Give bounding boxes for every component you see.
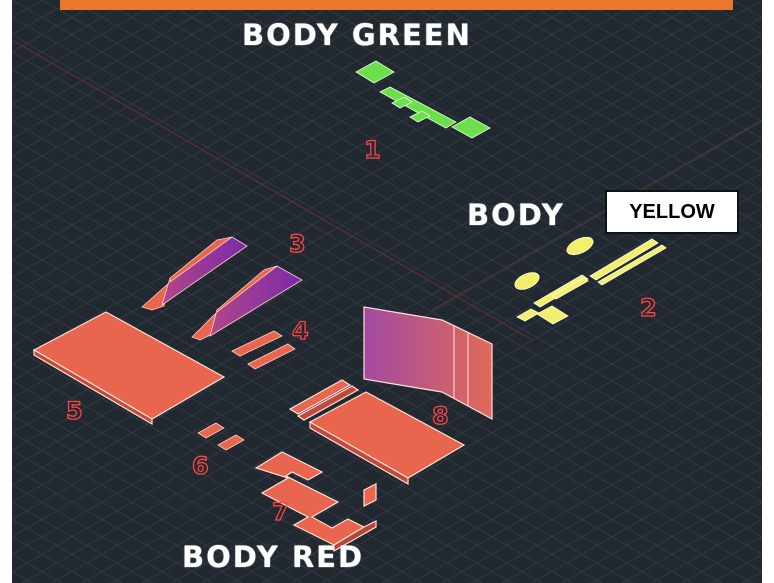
cad-viewport[interactable]: BODY GREEN BODY BODY RED 1 2 3 4 5 6 7 8 — [12, 0, 762, 583]
orange-header-bar — [60, 0, 733, 10]
part-number-6: 6 — [191, 451, 209, 480]
iso-grid — [12, 0, 762, 583]
part-number-8: 8 — [431, 401, 449, 430]
part-number-2: 2 — [639, 293, 657, 322]
part-number-4: 4 — [291, 316, 309, 345]
drawing-canvas — [12, 0, 762, 583]
label-yellow-box: YELLOW — [605, 190, 739, 234]
label-body-red: BODY RED — [182, 540, 365, 574]
cad-screenshot: BODY GREEN BODY BODY RED 1 2 3 4 5 6 7 8… — [0, 0, 774, 583]
part-number-3: 3 — [288, 229, 306, 258]
part-number-1: 1 — [363, 135, 381, 164]
label-body-green: BODY GREEN — [242, 18, 472, 52]
part-number-5: 5 — [65, 396, 83, 425]
label-body-yellow-prefix: BODY — [467, 198, 565, 232]
part-number-7: 7 — [271, 497, 289, 526]
